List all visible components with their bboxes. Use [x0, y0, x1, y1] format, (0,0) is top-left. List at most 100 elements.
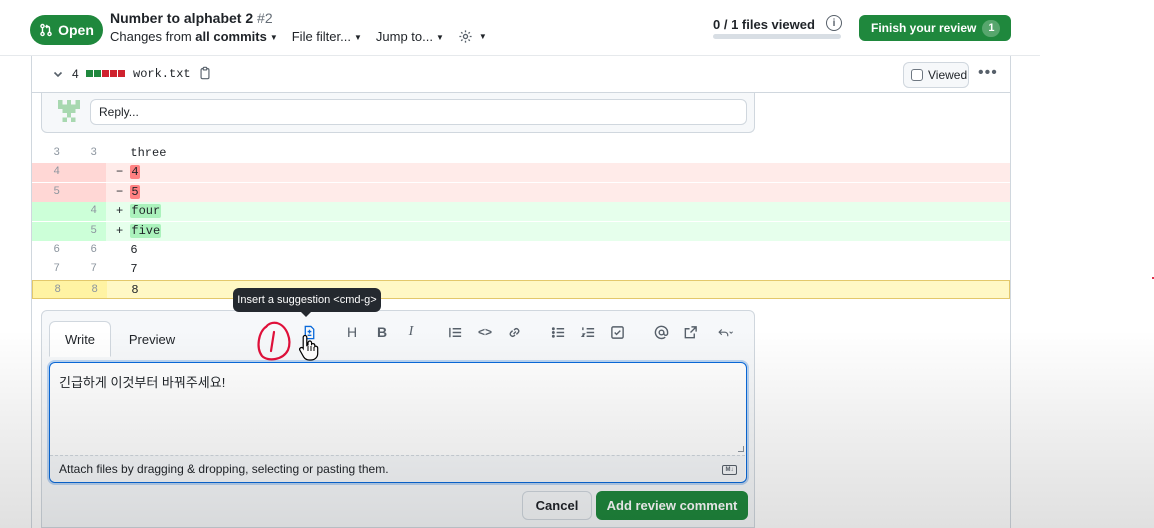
heading-button[interactable]: H [342, 321, 362, 343]
hand-cursor-icon [299, 334, 319, 361]
diff-text: three [130, 146, 167, 160]
old-line-number[interactable] [32, 221, 69, 241]
new-line-number[interactable]: 7 [69, 260, 106, 279]
pending-comments-count: 1 [982, 19, 1001, 37]
pr-header: Open Number to alphabet 2 #2 Changes fro… [0, 0, 1040, 56]
diff-line-context[interactable]: 66 6 [32, 241, 1010, 260]
new-line-number[interactable]: 8 [70, 280, 107, 298]
bold-button[interactable]: B [372, 321, 392, 343]
diff-line-selected[interactable]: 88 8 [32, 279, 1010, 299]
file-name[interactable]: work.txt [133, 67, 191, 81]
file-filter-dropdown[interactable]: File filter... ▼ [292, 29, 362, 44]
new-line-number[interactable]: 3 [69, 144, 106, 163]
insert-suggestion-tooltip: Insert a suggestion <cmd-g> [233, 288, 381, 317]
diff-text: 7 [130, 262, 138, 277]
diff-code: 7 [106, 260, 1010, 279]
attach-files-hint: Attach files by dragging & dropping, sel… [59, 462, 389, 476]
pull-request-icon [40, 23, 52, 37]
old-line-number[interactable]: 7 [32, 260, 69, 279]
old-line-number[interactable]: 5 [32, 182, 69, 202]
viewed-checkbox-button[interactable]: Viewed [903, 62, 969, 88]
pr-status-badge: Open [30, 15, 103, 45]
annotation-circle-one [257, 321, 291, 361]
gear-icon [459, 30, 472, 43]
reply-icon [717, 328, 733, 336]
viewed-label: Viewed [928, 68, 968, 82]
italic-button[interactable]: I [401, 321, 421, 343]
copy-icon[interactable] [198, 66, 212, 80]
old-line-number[interactable] [32, 202, 69, 222]
changes-from-value: all commits [195, 29, 267, 44]
files-viewed-count: 0 / 1 files viewed [713, 17, 815, 32]
diffstat-square [110, 70, 117, 77]
new-line-number[interactable]: 6 [69, 241, 106, 260]
cancel-button[interactable]: Cancel [522, 491, 592, 520]
collapse-chevron-icon[interactable] [52, 68, 64, 80]
add-review-comment-button[interactable]: Add review comment [596, 491, 748, 520]
files-viewed-progress [713, 34, 841, 39]
new-line-number[interactable]: 5 [69, 221, 106, 241]
viewed-checkbox[interactable] [911, 69, 923, 81]
ordered-list-button[interactable] [578, 321, 598, 343]
diff-line-add[interactable]: 4 + four [32, 202, 1010, 222]
diff-code: − 5 [106, 183, 1010, 202]
old-line-number[interactable]: 4 [32, 163, 69, 183]
reply-input[interactable]: Reply... [90, 99, 747, 125]
diff-code: 6 [106, 241, 1010, 260]
diff-text: 6 [130, 243, 138, 257]
code-button[interactable]: <> [475, 321, 495, 343]
diff-line-del[interactable]: 4− 4 [32, 163, 1010, 183]
diffstat-square [94, 70, 101, 77]
diff-text: 4 [130, 165, 140, 180]
changes-from-dropdown[interactable]: Changes from all commits ▼ [110, 29, 278, 44]
jump-to-label: Jump to... [375, 29, 433, 44]
info-icon[interactable]: i [826, 15, 842, 31]
cross-reference-button[interactable] [680, 321, 700, 343]
diff-settings-dropdown[interactable]: ▼ [458, 29, 487, 44]
diff-line-context[interactable]: 33 three [32, 144, 1010, 163]
kebab-menu-icon[interactable]: ••• [978, 64, 998, 82]
jump-to-dropdown[interactable]: Jump to... ▼ [376, 29, 444, 44]
unordered-list-button[interactable] [548, 321, 568, 343]
new-line-number[interactable] [69, 163, 106, 183]
diff-text: 5 [130, 184, 140, 199]
diffstat-bar [86, 70, 125, 77]
saved-replies-button[interactable] [710, 321, 740, 343]
diffstat-square [86, 70, 93, 77]
chevron-down-icon: ▼ [478, 32, 487, 41]
editor-tabs: Write Preview [42, 311, 754, 357]
tab-preview[interactable]: Preview [127, 321, 177, 357]
task-list-icon [610, 325, 624, 339]
chevron-down-icon: ▼ [353, 33, 362, 43]
finish-review-button[interactable]: Finish your review 1 ▼ [859, 15, 1022, 41]
tab-write[interactable]: Write [49, 321, 111, 357]
old-line-number[interactable]: 6 [32, 241, 69, 260]
diff-code: three [106, 144, 1010, 163]
old-line-number[interactable]: 8 [33, 280, 70, 298]
old-line-number[interactable]: 3 [32, 144, 69, 163]
avatar [58, 100, 80, 122]
diff-line-del[interactable]: 5− 5 [32, 182, 1010, 202]
pr-title[interactable]: Number to alphabet 2 #2 [110, 10, 273, 26]
diff-line-context[interactable]: 77 7 [32, 260, 1010, 279]
pr-number: #2 [257, 10, 273, 26]
task-list-button[interactable] [607, 321, 627, 343]
link-button[interactable] [504, 321, 524, 343]
diff-line-add[interactable]: 5 + five [32, 221, 1010, 241]
page-margin [1040, 0, 1154, 528]
comment-textarea[interactable]: 긴급하게 이것부터 바꿔주세요! Attach files by draggin… [49, 362, 747, 483]
attach-files-area[interactable]: Attach files by dragging & dropping, sel… [50, 455, 745, 482]
mention-button[interactable] [651, 321, 671, 343]
chevron-down-icon: ▼ [1014, 23, 1023, 33]
diffstat-square [102, 70, 109, 77]
changes-from-prefix: Changes from [110, 29, 192, 44]
resize-handle[interactable] [738, 446, 744, 452]
new-line-number[interactable] [69, 182, 106, 202]
mention-icon [654, 325, 668, 339]
new-line-number[interactable]: 4 [69, 202, 106, 222]
quote-button[interactable] [445, 321, 465, 343]
file-filter-label: File filter... [291, 29, 351, 44]
finish-review-label: Finish your review [871, 21, 977, 35]
markdown-icon[interactable]: M↓ [722, 465, 737, 475]
file-change-count: 4 [72, 67, 79, 81]
